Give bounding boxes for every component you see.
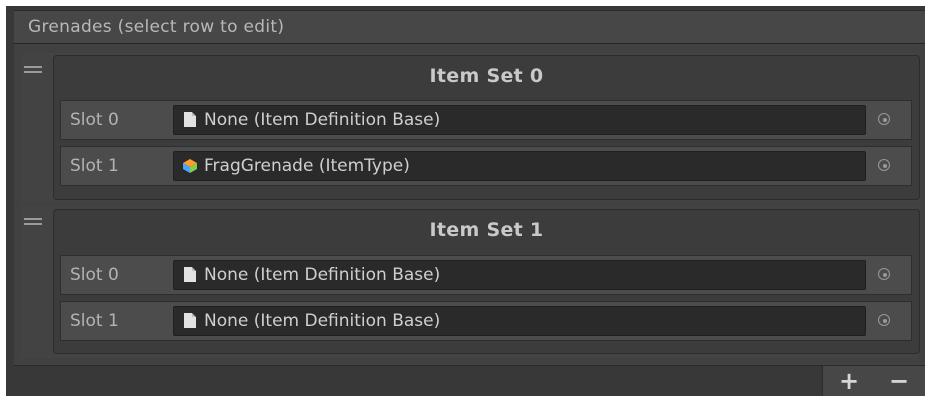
object-picker-icon[interactable] bbox=[878, 113, 892, 127]
drag-handle-icon[interactable] bbox=[24, 218, 42, 228]
object-picker-icon[interactable] bbox=[878, 268, 892, 282]
list-header-title: Grenades (select row to edit) bbox=[28, 17, 285, 37]
slot-row: Slot 1 None (Item Definition Base) bbox=[60, 301, 912, 341]
slot-row: Slot 0 None (Item Definition Base) bbox=[60, 255, 912, 295]
document-icon bbox=[182, 313, 198, 329]
item-set-title: Item Set 1 bbox=[429, 219, 544, 241]
object-picker-icon[interactable] bbox=[878, 159, 892, 173]
object-field-value: None (Item Definition Base) bbox=[204, 265, 441, 285]
drag-handle-icon[interactable] bbox=[24, 66, 42, 76]
document-icon bbox=[182, 267, 198, 283]
slot-row: Slot 1 FragGrenade (ItemType) bbox=[60, 146, 912, 186]
slot-row: Slot 0 None (Item Definition Base) bbox=[60, 100, 912, 140]
remove-item-set-button[interactable]: − bbox=[879, 366, 919, 396]
object-picker-icon[interactable] bbox=[878, 314, 892, 328]
item-set-title: Item Set 0 bbox=[429, 65, 544, 87]
item-type-icon bbox=[182, 158, 198, 174]
list-footer-buttons: + − bbox=[822, 366, 925, 396]
add-item-set-button[interactable]: + bbox=[829, 366, 869, 396]
object-field[interactable]: None (Item Definition Base) bbox=[173, 306, 866, 336]
object-field[interactable]: None (Item Definition Base) bbox=[173, 260, 866, 290]
slot-label: Slot 0 bbox=[70, 110, 119, 130]
object-field-value: FragGrenade (ItemType) bbox=[204, 156, 410, 176]
object-field-value: None (Item Definition Base) bbox=[204, 110, 441, 130]
slot-label: Slot 1 bbox=[70, 156, 119, 176]
slot-label: Slot 0 bbox=[70, 265, 119, 285]
slot-label: Slot 1 bbox=[70, 311, 119, 331]
object-field-value: None (Item Definition Base) bbox=[204, 311, 441, 331]
object-field[interactable]: FragGrenade (ItemType) bbox=[173, 151, 866, 181]
document-icon bbox=[182, 112, 198, 128]
object-field[interactable]: None (Item Definition Base) bbox=[173, 105, 866, 135]
list-header: Grenades (select row to edit) bbox=[14, 10, 925, 44]
